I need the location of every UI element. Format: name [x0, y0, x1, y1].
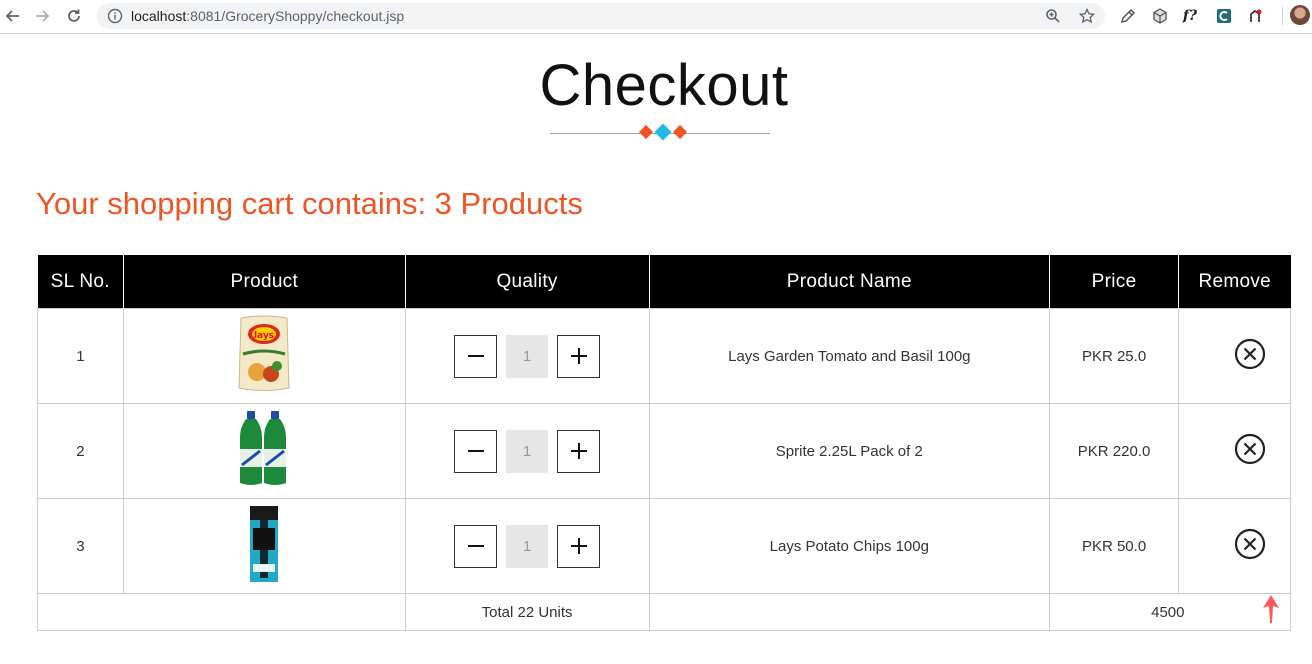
url-path: :8081/GroceryShoppy/checkout.jsp: [186, 8, 405, 24]
info-icon[interactable]: [107, 8, 123, 24]
total-price-cell: 4500: [1049, 593, 1291, 631]
total-units: Total 22 Units: [404, 593, 650, 631]
remove-item-icon[interactable]: [1234, 433, 1266, 465]
quantity-input[interactable]: [506, 429, 549, 473]
minus-icon: [467, 355, 484, 357]
header-product-name: Product Name: [648, 255, 1050, 309]
product-image-cell: [122, 498, 406, 594]
quantity-stepper: [454, 429, 601, 473]
increase-quantity-button[interactable]: [557, 429, 601, 473]
cart-summary: Your shopping cart contains: 3 Products: [36, 186, 583, 221]
plus-icon: [570, 348, 587, 364]
sl-number: 3: [37, 498, 124, 594]
svg-text:lays: lays: [254, 331, 274, 341]
remove-item-icon[interactable]: [1234, 338, 1266, 370]
product-image-cell: lays: [122, 308, 406, 404]
profile-avatar[interactable]: [1290, 5, 1310, 25]
cube-extension-icon[interactable]: [1150, 6, 1170, 26]
header-price: Price: [1049, 255, 1179, 309]
fonts-extension-icon[interactable]: f?: [1180, 6, 1200, 26]
back-icon[interactable]: [2, 6, 24, 26]
table-row: 1 lays 1 Lays Garden Tomato and Basil 10…: [37, 308, 1291, 404]
quantity-cell: [404, 308, 650, 404]
scroll-to-top-icon[interactable]: [1262, 594, 1280, 624]
browser-toolbar: localhost:8081/GroceryShoppy/checkout.js…: [0, 0, 1312, 34]
remove-item-icon[interactable]: [1234, 528, 1266, 560]
sl-number: 2: [37, 403, 124, 499]
bookmark-star-icon[interactable]: [1079, 8, 1095, 24]
toolbar-divider: [1282, 7, 1283, 25]
minus-icon: [467, 450, 484, 452]
plus-icon: [570, 443, 587, 459]
decrease-quantity-button[interactable]: [454, 429, 498, 473]
product-name: Lays Potato Chips 100g: [648, 498, 1051, 594]
remove-cell: [1178, 498, 1291, 594]
url-host: localhost: [131, 8, 187, 24]
quantity-cell: [404, 403, 650, 499]
eyedropper-icon[interactable]: [1118, 6, 1138, 26]
address-bar[interactable]: localhost:8081/GroceryShoppy/checkout.js…: [97, 3, 1105, 29]
product-price: PKR 25.0: [1049, 308, 1180, 404]
header-product: Product: [122, 255, 406, 309]
reload-icon[interactable]: [63, 6, 85, 26]
sprite-bottles-image: [240, 411, 287, 485]
product-price: PKR 220.0: [1049, 403, 1180, 499]
quantity-input[interactable]: [506, 334, 549, 378]
forward-icon[interactable]: [31, 6, 53, 26]
header-remove: Remove: [1178, 255, 1291, 309]
page-title: Checkout: [539, 53, 789, 118]
title-diamond-center: [654, 123, 672, 141]
extension-icon[interactable]: [1246, 6, 1266, 26]
empty-cell: [37, 593, 406, 631]
quantity-stepper: [454, 524, 601, 568]
product-image-cell: [122, 403, 406, 499]
product-name: Lays Garden Tomato and Basil 100g: [648, 308, 1051, 404]
plus-icon: [570, 538, 587, 554]
zoom-icon[interactable]: [1045, 8, 1061, 24]
total-price: 4500: [1151, 603, 1185, 621]
title-diamond-right: [672, 124, 688, 140]
product-price: PKR 50.0: [1049, 498, 1180, 594]
totals-row: Total 22 Units 4500: [37, 593, 1291, 631]
table-row: 3 1 Lays Potato Chips 100g PKR 50.0: [37, 498, 1291, 594]
remove-cell: [1178, 308, 1291, 404]
table-row: 2 1 Sprite 2.25L Pack of 2 PKR 220.0: [37, 403, 1291, 499]
quantity-stepper: [454, 334, 601, 378]
remove-cell: [1178, 403, 1291, 499]
lakme-eyeconic-kajal-image: [250, 506, 279, 582]
increase-quantity-button[interactable]: [557, 334, 601, 378]
table-header-row: SL No. Product Quality Product Name Pric…: [37, 255, 1291, 309]
title-diamond-left: [638, 124, 654, 140]
decrease-quantity-button[interactable]: [454, 524, 498, 568]
quantity-input[interactable]: [506, 524, 549, 568]
increase-quantity-button[interactable]: [557, 524, 601, 568]
minus-icon: [467, 545, 484, 547]
extension-icon[interactable]: [1214, 6, 1234, 26]
sl-number: 1: [37, 308, 124, 404]
product-name: Sprite 2.25L Pack of 2: [648, 403, 1051, 499]
decrease-quantity-button[interactable]: [454, 334, 498, 378]
header-quality: Quality: [404, 255, 650, 309]
lays-chips-bag-image: lays: [238, 315, 290, 391]
cart-table: SL No. Product Quality Product Name Pric…: [37, 255, 1291, 631]
empty-cell: [648, 593, 1051, 631]
url-text: localhost:8081/GroceryShoppy/checkout.js…: [131, 8, 404, 24]
header-sl-no: SL No.: [37, 255, 124, 309]
quantity-cell: [404, 498, 650, 594]
